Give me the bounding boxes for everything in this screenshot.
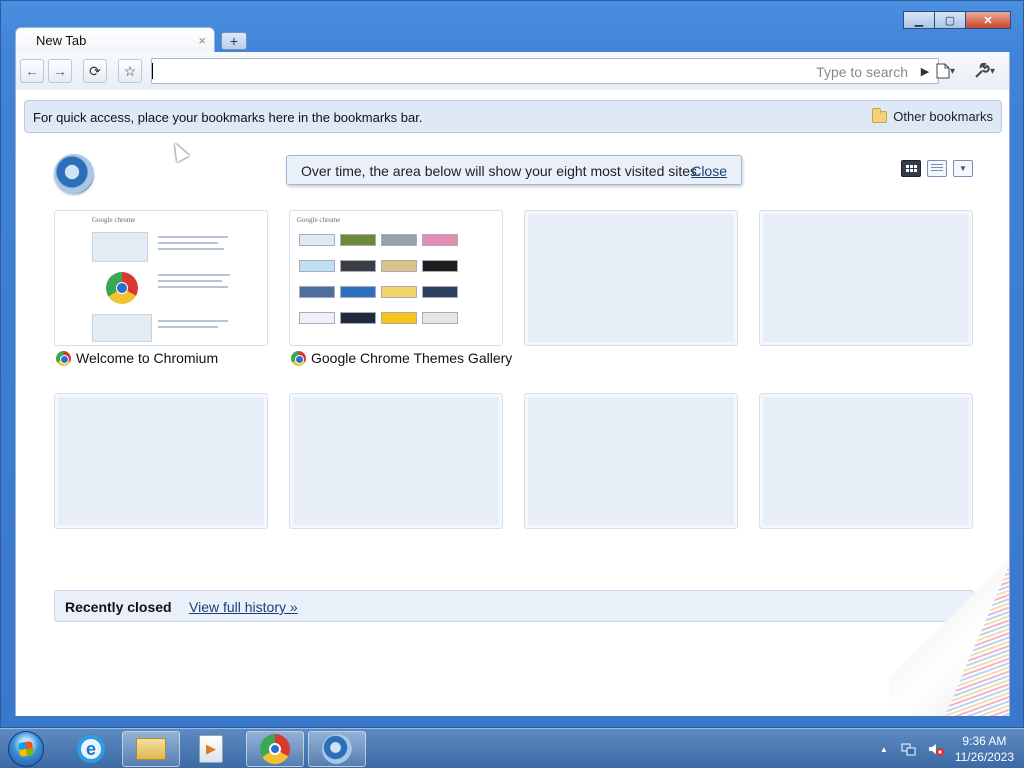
chevron-down-icon: ▼ [959, 164, 967, 173]
chevron-down-icon: ▾ [950, 65, 956, 77]
page-icon [936, 63, 950, 79]
page-curl-corner[interactable] [889, 546, 1009, 716]
volume-muted-icon[interactable] [927, 741, 945, 757]
media-player-icon: ▶ [199, 735, 223, 763]
empty-thumbnail-slot [759, 393, 973, 529]
new-tab-page: For quick access, place your bookmarks h… [15, 90, 1010, 716]
system-tray: ▲ 9:36 AM 11/26/2023 [877, 729, 1014, 768]
most-visited-title: Google Chrome Themes Gallery [311, 350, 513, 366]
tab-title: New Tab [36, 33, 87, 48]
taskbar-chrome[interactable] [246, 731, 304, 767]
list-icon [931, 164, 943, 173]
minimize-button[interactable]: ▁ [903, 11, 935, 29]
start-button[interactable] [8, 731, 44, 767]
most-visited-notice: Over time, the area below will show your… [286, 155, 742, 185]
most-visited-title: Welcome to Chromium [76, 350, 219, 366]
collapse-button[interactable]: ▼ [953, 160, 973, 177]
empty-thumbnail-slot [524, 210, 738, 346]
taskbar: e ▶ ▲ 9:36 AM 11/26/2023 [0, 728, 1024, 768]
chromium-logo [54, 154, 94, 194]
clock-date: 11/26/2023 [954, 750, 1014, 764]
notice-text: Over time, the area below will show your… [301, 163, 701, 179]
internet-explorer-icon: e [77, 735, 105, 763]
view-toggle: ▼ [901, 160, 973, 177]
back-button[interactable]: ← [20, 59, 44, 83]
bookmarks-bar-message: For quick access, place your bookmarks h… [33, 110, 423, 125]
other-bookmarks-label: Other bookmarks [893, 109, 993, 124]
bookmarks-bar: For quick access, place your bookmarks h… [24, 100, 1002, 133]
chromium-icon [322, 734, 352, 764]
chrome-icon [291, 350, 306, 366]
empty-thumbnail-slot [54, 393, 268, 529]
taskbar-chromium[interactable] [308, 731, 366, 767]
clock[interactable]: 9:36 AM 11/26/2023 [955, 733, 1014, 765]
wrench-icon [975, 63, 990, 78]
themes-gallery-preview: Google chrome [293, 214, 499, 342]
network-icon[interactable] [901, 741, 917, 757]
go-button[interactable]: ▶ [916, 62, 934, 80]
page-curl-stripes [945, 566, 1009, 716]
empty-thumbnail-slot [759, 210, 973, 346]
most-visited-thumbnail[interactable]: Google chrome [289, 210, 503, 346]
taskbar-media-player[interactable]: ▶ [182, 731, 240, 767]
welcome-page-preview: Google chrome [58, 214, 264, 342]
notice-close-link[interactable]: Close [691, 163, 727, 179]
google-chrome-wordmark: Google chrome [92, 216, 136, 224]
omnibox-placeholder: Type to search [816, 64, 908, 80]
tab-strip: New Tab × + [15, 27, 247, 53]
most-visited-thumbnail[interactable]: Google chrome [54, 210, 268, 346]
empty-thumbnail-slot [289, 393, 503, 529]
most-visited-caption[interactable]: Google Chrome Themes Gallery [291, 350, 512, 366]
windows-logo-icon [18, 741, 34, 757]
thumbnail-view-button[interactable] [901, 160, 921, 177]
recently-closed-title: Recently closed [65, 599, 172, 615]
google-chrome-wordmark: Google chrome [297, 216, 341, 224]
forward-button[interactable]: → [48, 59, 72, 83]
tab-new-tab[interactable]: New Tab × [15, 27, 215, 53]
clock-time: 9:36 AM [962, 734, 1007, 748]
grid-icon [905, 165, 917, 172]
empty-thumbnail-slot [524, 393, 738, 529]
star-icon: ☆ [123, 62, 137, 79]
page-menu-button[interactable]: ▾ [936, 61, 955, 81]
recently-closed-bar: Recently closed View full history » [54, 590, 974, 622]
new-tab-button[interactable]: + [221, 32, 247, 50]
chevron-down-icon: ▾ [990, 65, 996, 77]
other-bookmarks-button[interactable]: Other bookmarks [872, 107, 993, 124]
window-controls: ▁ ▢ ✕ [903, 11, 1011, 29]
maximize-button[interactable]: ▢ [934, 11, 966, 29]
bookmark-star-button[interactable]: ☆ [118, 59, 142, 83]
chrome-icon [260, 734, 290, 764]
chrome-icon [56, 350, 71, 366]
reload-button[interactable]: ⟳ [83, 59, 107, 83]
close-window-button[interactable]: ✕ [965, 11, 1011, 29]
toolbar: ← → ⟳ ☆ Type to search ▶ ▾ ▾ [15, 52, 1010, 90]
most-visited-caption[interactable]: Welcome to Chromium [56, 350, 218, 366]
list-view-button[interactable] [927, 160, 947, 177]
view-full-history-link[interactable]: View full history » [189, 599, 298, 615]
forward-arrow-icon: → [53, 63, 67, 79]
browser-window: ▁ ▢ ✕ New Tab × + ← → ⟳ ☆ Type to search… [0, 0, 1024, 728]
wrench-menu-button[interactable]: ▾ [974, 61, 995, 81]
tab-close-icon[interactable]: × [198, 33, 206, 48]
reload-icon: ⟳ [89, 62, 101, 79]
folder-icon [872, 107, 888, 123]
taskbar-internet-explorer[interactable]: e [62, 731, 120, 767]
back-arrow-icon: ← [25, 63, 39, 79]
taskbar-windows-explorer[interactable] [122, 731, 180, 767]
text-cursor [152, 63, 153, 79]
omnibox[interactable]: Type to search ▶ [151, 58, 939, 84]
windows-explorer-icon [136, 738, 166, 760]
show-hidden-icons-button[interactable]: ▲ [877, 742, 891, 756]
